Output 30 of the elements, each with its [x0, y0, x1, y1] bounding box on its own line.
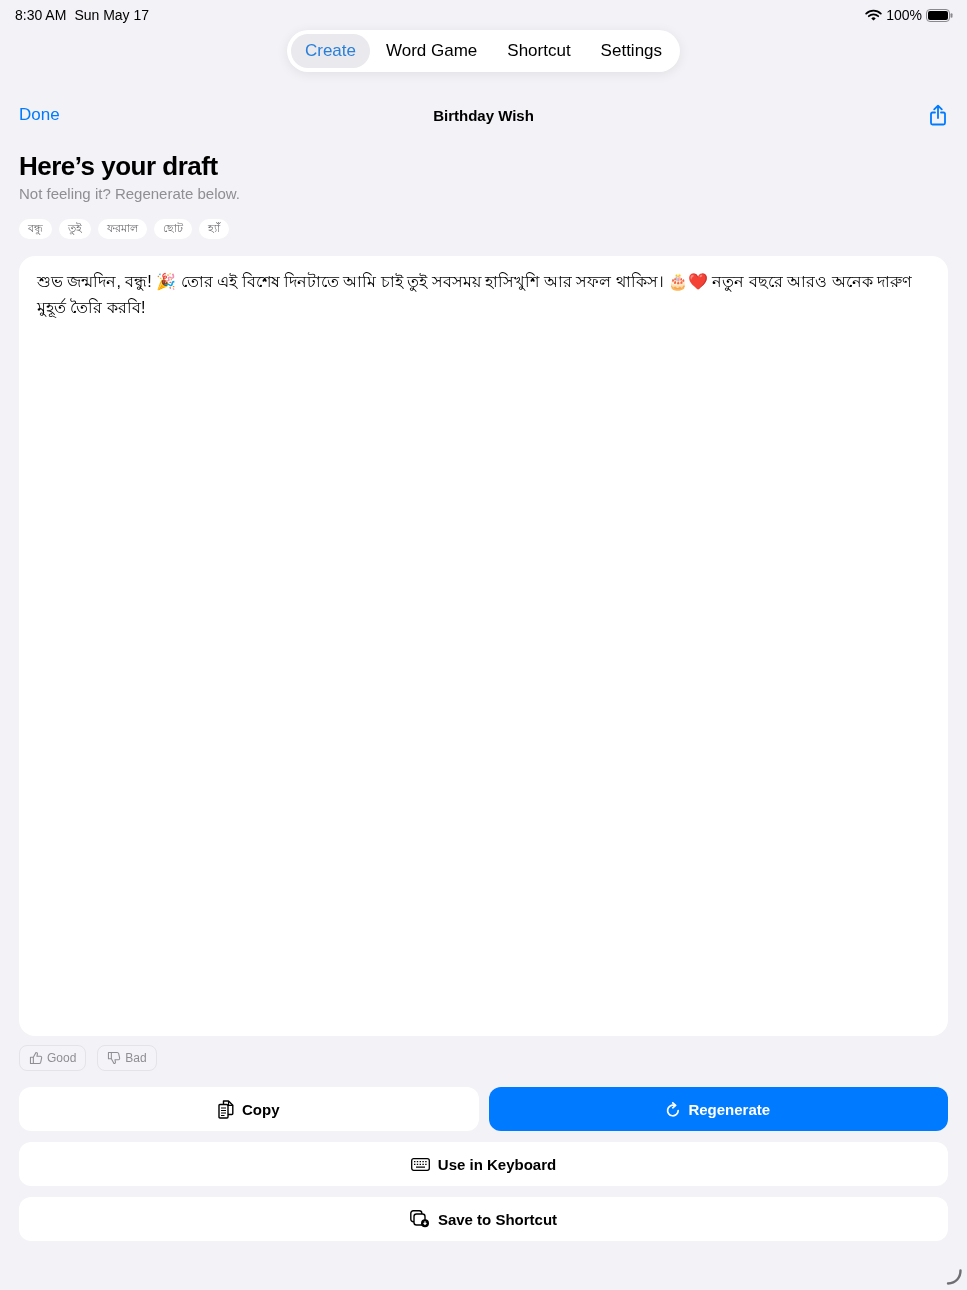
status-time: 8:30 AM — [15, 7, 67, 23]
battery-percent: 100% — [886, 7, 922, 23]
done-button[interactable]: Done — [19, 105, 60, 125]
stacked-squares-icon — [409, 1210, 430, 1228]
resize-handle-icon[interactable] — [946, 1269, 962, 1285]
tag-chip: হ্যাঁ — [199, 219, 229, 239]
refresh-icon — [666, 1101, 681, 1117]
thumbs-up-icon — [29, 1051, 43, 1065]
tag-chip: ছোট — [154, 219, 192, 239]
tab[interactable]: Word Game — [371, 34, 492, 68]
tag-chip: তুই — [59, 219, 91, 239]
status-date: Sun May 17 — [74, 7, 150, 23]
thumbs-down-icon — [107, 1051, 122, 1065]
tag-chip: বন্ধু — [19, 219, 52, 239]
tag-chip: ফরমাল — [98, 219, 147, 239]
share-icon[interactable] — [929, 104, 947, 126]
tab[interactable]: Settings — [586, 34, 677, 68]
page-heading: Here’s your draft — [19, 150, 218, 182]
use-in-keyboard-button[interactable]: Use in Keyboard — [19, 1142, 948, 1186]
tab[interactable]: Shortcut — [493, 34, 585, 68]
wifi-icon — [865, 9, 883, 21]
nav-title: Birthday Wish — [433, 106, 534, 124]
keyboard-icon — [410, 1157, 430, 1171]
regenerate-button[interactable]: Regenerate — [488, 1087, 948, 1131]
draft-text-field[interactable]: শুভ জন্মদিন, বন্ধু! 🎉 তোর এই বিশেষ দিনটাতে আমি চাই তুই সবসময় হাসিখুশি আর সফল থাকিস। 🎂❤ নতুন বছরে আরও অনেক দারুণ মুহূর্ত তৈরি করবি! — [19, 256, 948, 1036]
copy-button[interactable]: Copy — [19, 1087, 479, 1131]
page-subtitle: Not feeling it? Regenerate below. — [19, 184, 240, 204]
save-to-shortcut-button[interactable]: Save to Shortcut — [19, 1197, 948, 1241]
copy-icon — [218, 1099, 234, 1119]
battery-icon — [926, 8, 953, 22]
